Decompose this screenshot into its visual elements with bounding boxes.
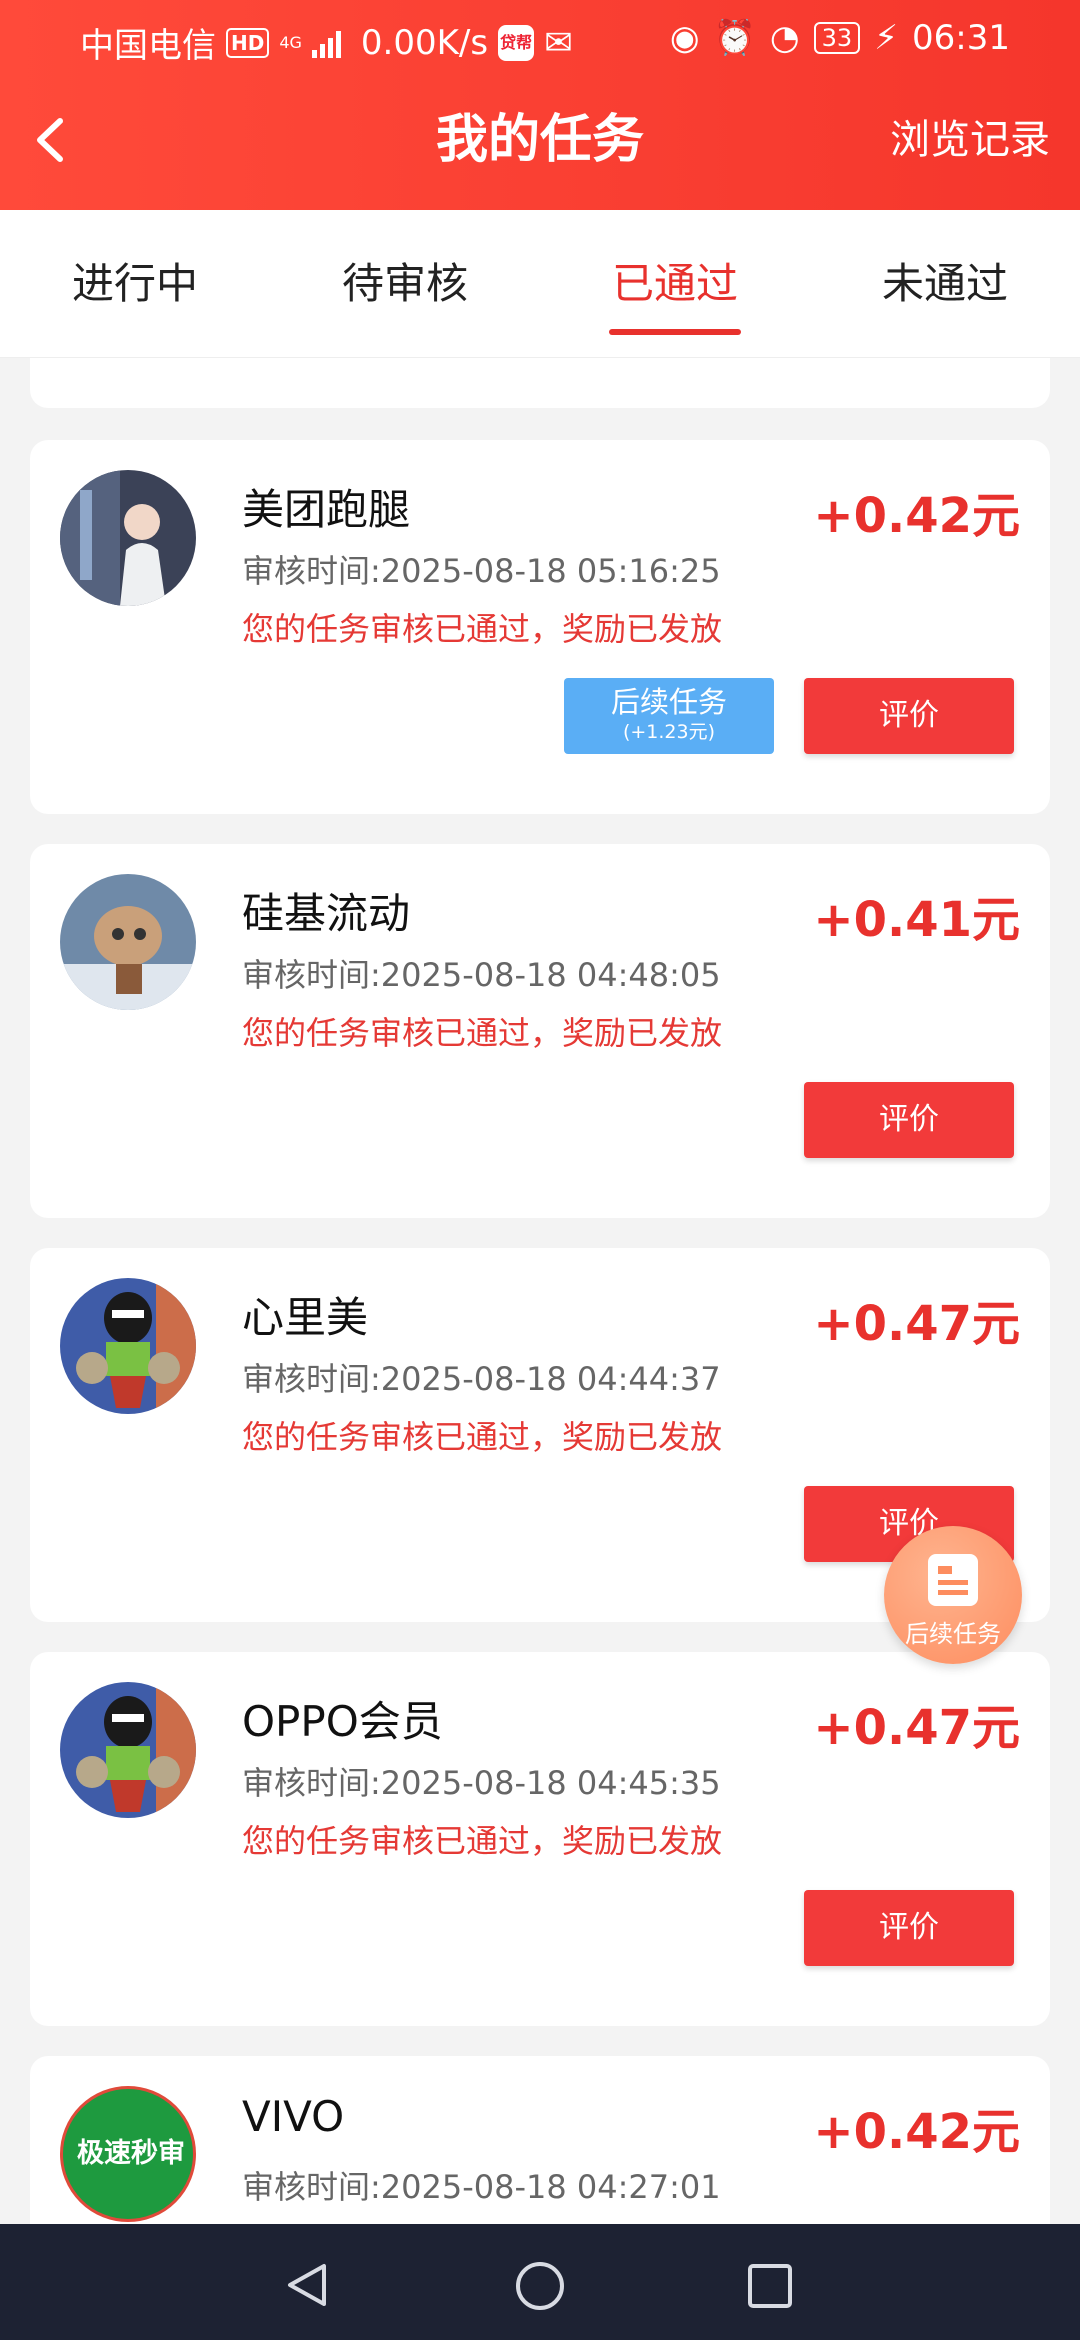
reward-amount: +0.47元 [813, 1700, 1020, 1756]
app-notification-icon: 贷帮 [498, 24, 535, 61]
task-avatar: 极速秒审 [60, 2086, 196, 2222]
task-card-partial [30, 358, 1050, 408]
recents-nav-icon[interactable] [746, 2262, 794, 2310]
system-navigation-bar [0, 2224, 1080, 2340]
reward-amount: +0.47元 [813, 1296, 1020, 1352]
task-card[interactable]: 美团跑腿 审核时间:2025-08-18 05:16:25 您的任务审核已通过，… [30, 440, 1050, 814]
carrier-label: 中国电信 [80, 26, 216, 66]
hd-badge: HD [226, 27, 270, 58]
task-name: 美团跑腿 [242, 485, 411, 534]
evaluate-button[interactable]: 评价 [804, 1890, 1014, 1966]
follow-up-task-button[interactable]: 后续任务 (+1.23元) [564, 678, 774, 754]
task-card[interactable]: 极速秒审 VIVO 审核时间:2025-08-18 04:27:01 +0.42… [30, 2056, 1050, 2224]
signal-icon [311, 28, 341, 58]
document-icon [928, 1554, 978, 1606]
task-avatar [60, 1682, 196, 1818]
tab-label: 未通过 [881, 259, 1008, 308]
review-time: 审核时间:2025-08-18 04:27:01 [242, 2168, 721, 2206]
review-time: 审核时间:2025-08-18 04:44:37 [242, 1360, 721, 1398]
alipay-icon: ✉ [544, 22, 573, 63]
task-list[interactable]: 美团跑腿 审核时间:2025-08-18 05:16:25 您的任务审核已通过，… [0, 358, 1080, 2224]
tab-rejected[interactable]: 未通过 [810, 210, 1080, 357]
follow-up-tasks-fab[interactable]: 后续任务 [884, 1526, 1022, 1664]
reward-amount: +0.41元 [813, 892, 1020, 948]
task-name: OPPO会员 [242, 1697, 443, 1746]
back-nav-icon[interactable] [282, 2260, 332, 2310]
home-nav-icon[interactable] [514, 2260, 566, 2312]
active-tab-underline [609, 329, 741, 335]
review-time: 审核时间:2025-08-18 05:16:25 [242, 552, 721, 590]
task-avatar [60, 470, 196, 606]
review-status: 您的任务审核已通过，奖励已发放 [242, 1014, 723, 1052]
tab-label: 已通过 [611, 259, 738, 308]
tab-in-progress[interactable]: 进行中 [0, 210, 270, 357]
alarm-icon: ⏰ [713, 18, 756, 58]
battery-level: 33 [813, 22, 861, 54]
task-name: VIVO [242, 2092, 345, 2141]
task-avatar [60, 1278, 196, 1414]
review-time: 审核时间:2025-08-18 04:45:35 [242, 1764, 721, 1802]
evaluate-button[interactable]: 评价 [804, 678, 1014, 754]
review-time: 审核时间:2025-08-18 04:48:05 [242, 956, 721, 994]
task-avatar [60, 874, 196, 1010]
eye-icon: ◉ [669, 18, 700, 58]
browse-history-link[interactable]: 浏览记录 [890, 105, 1050, 175]
tab-label: 进行中 [71, 259, 198, 308]
tab-approved[interactable]: 已通过 [540, 210, 810, 357]
task-card[interactable]: OPPO会员 审核时间:2025-08-18 04:45:35 您的任务审核已通… [30, 1652, 1050, 2026]
network-type: 4G [279, 32, 302, 52]
follow-up-bonus: (+1.23元) [622, 721, 716, 743]
fab-label: 后续任务 [905, 1620, 1001, 1648]
status-bar: 中国电信 HD 4G 0.00K/s 贷帮 ✉ ◉ ⏰ ◔ 33 ⚡ 06:31 [0, 0, 1080, 80]
network-speed: 0.00K/s [360, 22, 489, 63]
app-header: 中国电信 HD 4G 0.00K/s 贷帮 ✉ ◉ ⏰ ◔ 33 ⚡ 06:31… [0, 0, 1080, 210]
task-name: 硅基流动 [242, 889, 411, 938]
review-status: 您的任务审核已通过，奖励已发放 [242, 1418, 723, 1456]
task-status-tabs: 进行中 待审核 已通过 未通过 [0, 210, 1080, 358]
tab-label: 待审核 [341, 259, 468, 308]
reward-amount: +0.42元 [813, 2104, 1020, 2160]
reward-amount: +0.42元 [813, 488, 1020, 544]
task-card[interactable]: 硅基流动 审核时间:2025-08-18 04:48:05 您的任务审核已通过，… [30, 844, 1050, 1218]
tab-pending-review[interactable]: 待审核 [270, 210, 540, 357]
clock: 06:31 [912, 18, 1010, 58]
avatar-text: 极速秒审 [77, 2138, 185, 2169]
evaluate-button[interactable]: 评价 [804, 1082, 1014, 1158]
task-name: 心里美 [242, 1293, 369, 1342]
follow-up-label: 后续任务 [610, 685, 727, 719]
charging-icon: ⚡ [874, 18, 899, 58]
speedometer-icon: ◔ [769, 18, 800, 58]
review-status: 您的任务审核已通过，奖励已发放 [242, 1822, 723, 1860]
review-status: 您的任务审核已通过，奖励已发放 [242, 610, 723, 648]
